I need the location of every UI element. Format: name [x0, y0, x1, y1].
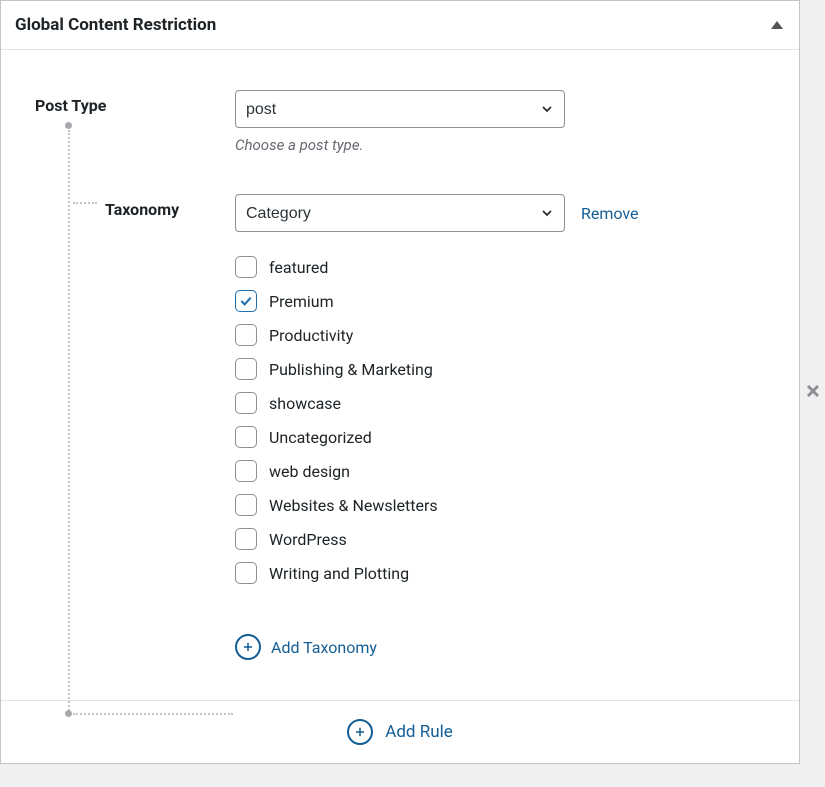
post-type-row: Post Type post Choose a post type. — [35, 90, 739, 154]
taxonomy-term[interactable]: Publishing & Marketing — [235, 358, 739, 380]
taxonomy-term-label: Publishing & Marketing — [269, 360, 433, 379]
close-icon — [803, 381, 823, 401]
panel-title: Global Content Restriction — [15, 15, 216, 35]
taxonomy-select[interactable]: Category — [235, 194, 565, 232]
taxonomy-term[interactable]: web design — [235, 460, 739, 482]
taxonomy-term[interactable]: Productivity — [235, 324, 739, 346]
taxonomy-term[interactable]: Websites & Newsletters — [235, 494, 739, 516]
add-taxonomy-label: Add Taxonomy — [271, 638, 377, 657]
taxonomy-term-label: Productivity — [269, 326, 353, 345]
plus-circle-icon — [235, 634, 261, 660]
panel-body: Post Type post Choose a post type. Taxon… — [1, 50, 799, 700]
add-taxonomy-button[interactable]: Add Taxonomy — [235, 634, 739, 660]
checkbox[interactable] — [235, 324, 257, 346]
taxonomy-select-wrap: Category — [235, 194, 565, 232]
taxonomy-term[interactable]: Premium — [235, 290, 739, 312]
taxonomy-term-label: Websites & Newsletters — [269, 496, 438, 515]
taxonomy-term[interactable]: featured — [235, 256, 739, 278]
taxonomy-field: Category Remove featured Premium Productiv… — [235, 194, 739, 660]
checkbox[interactable] — [235, 256, 257, 278]
taxonomy-term-label: WordPress — [269, 530, 347, 549]
checkbox[interactable] — [235, 528, 257, 550]
checkbox[interactable] — [235, 426, 257, 448]
taxonomy-term[interactable]: showcase — [235, 392, 739, 414]
taxonomy-term-label: web design — [269, 462, 350, 481]
taxonomy-term-label: Writing and Plotting — [269, 564, 409, 583]
post-type-field: post Choose a post type. — [235, 90, 739, 154]
taxonomy-term[interactable]: WordPress — [235, 528, 739, 550]
taxonomy-term-list: featured Premium Productivity Publishing & … — [235, 256, 739, 584]
panel-header[interactable]: Global Content Restriction — [1, 1, 799, 50]
taxonomy-term-label: Premium — [269, 292, 334, 311]
plus-circle-icon — [347, 719, 373, 745]
taxonomy-term-label: Uncategorized — [269, 428, 372, 447]
add-rule-label: Add Rule — [385, 722, 452, 742]
taxonomy-row: Taxonomy Category Remove featured — [35, 194, 739, 660]
remove-rule-button[interactable] — [803, 381, 823, 405]
post-type-helper: Choose a post type. — [235, 136, 739, 154]
checkbox[interactable] — [235, 494, 257, 516]
checkbox[interactable] — [235, 460, 257, 482]
taxonomy-term-label: showcase — [269, 394, 341, 413]
post-type-select[interactable]: post — [235, 90, 565, 128]
checkbox[interactable] — [235, 562, 257, 584]
post-type-select-wrap: post — [235, 90, 565, 128]
taxonomy-label: Taxonomy — [35, 194, 235, 219]
post-type-label: Post Type — [35, 90, 235, 115]
checkbox[interactable] — [235, 358, 257, 380]
taxonomy-term-label: featured — [269, 258, 328, 277]
collapse-icon — [771, 21, 783, 29]
remove-taxonomy-link[interactable]: Remove — [581, 204, 639, 223]
checkbox[interactable] — [235, 290, 257, 312]
taxonomy-term[interactable]: Uncategorized — [235, 426, 739, 448]
taxonomy-term[interactable]: Writing and Plotting — [235, 562, 739, 584]
checkbox[interactable] — [235, 392, 257, 414]
global-restriction-panel: Global Content Restriction Post Type pos… — [0, 0, 800, 764]
add-rule-button[interactable]: Add Rule — [1, 700, 799, 763]
